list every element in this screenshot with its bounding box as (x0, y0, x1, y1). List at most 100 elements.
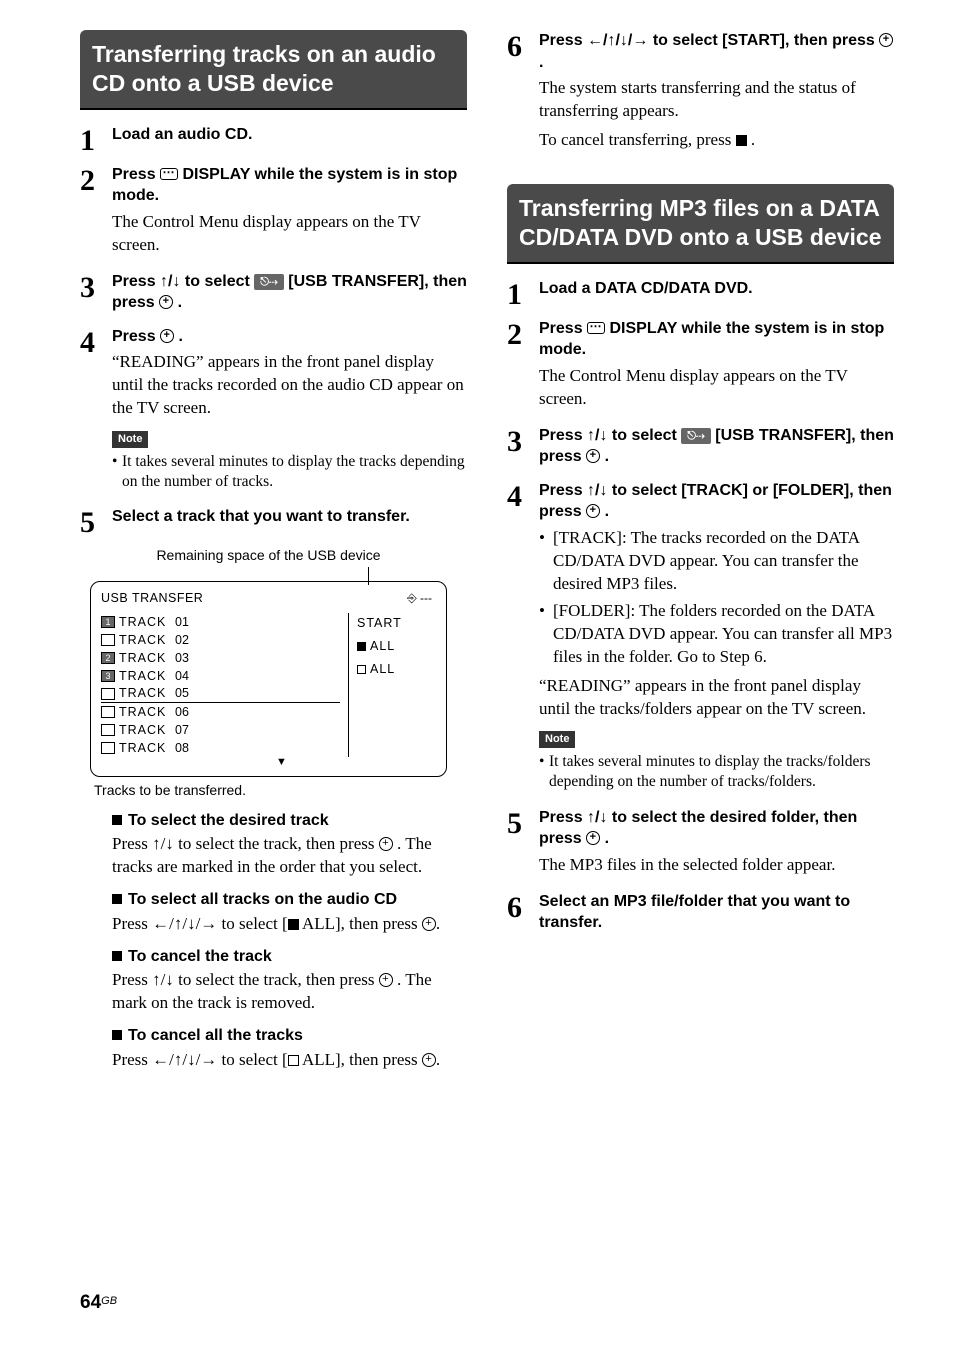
track-number: 05 (175, 685, 199, 702)
panel-title: USB TRANSFER (101, 590, 436, 607)
track-list: 1TRACK01TRACK022TRACK033TRACK04TRACK05TR… (101, 613, 340, 757)
track-label: TRACK (119, 632, 175, 649)
track-label: TRACK (119, 685, 175, 702)
step-text: To cancel transferring, press . (539, 129, 894, 152)
left-column: Transferring tracks on an audio CD onto … (80, 30, 467, 1078)
step-number: 2 (80, 164, 112, 263)
text: . (539, 54, 543, 71)
step-number: 5 (80, 506, 112, 538)
text: To cancel transferring, press (539, 130, 736, 149)
rstep-2: 2 Press DISPLAY while the system is in s… (507, 318, 894, 417)
step-text: The system starts transferring and the s… (539, 77, 894, 123)
track-checkbox (101, 688, 115, 700)
track-label: TRACK (119, 614, 175, 631)
rstep-4: 4 Press ↑/↓ to select [TRACK] or [FOLDER… (507, 480, 894, 799)
step-head: Press DISPLAY while the system is in sto… (112, 164, 467, 207)
panel-side-column: START ALL ALL (348, 613, 436, 757)
subhead-cancel-all: To cancel all the tracks (112, 1025, 467, 1047)
step-number: 1 (80, 124, 112, 156)
caption-remaining-space: Remaining space of the USB device (90, 546, 447, 565)
enter-icon (422, 1053, 436, 1067)
enter-icon (160, 329, 174, 343)
text: Press ←/↑/↓/→ to select [ (112, 1050, 288, 1069)
step-6: 6 Press ←/↑/↓/→ to select [START], then … (507, 30, 894, 158)
text: Press (539, 320, 587, 337)
display-icon (587, 322, 605, 334)
option-list: [TRACK]: The tracks recorded on the DATA… (539, 527, 894, 669)
step-head: Load an audio CD. (112, 124, 467, 146)
page-lang: GB (101, 1295, 117, 1307)
step-2: 2 Press DISPLAY while the system is in s… (80, 164, 467, 263)
section-heading-mp3-usb: Transferring MP3 files on a DATA CD/DATA… (507, 184, 894, 264)
text: Press ↑/↓ to select the track, then pres… (112, 970, 379, 989)
step-number: 4 (80, 326, 112, 499)
option-folder: [FOLDER]: The folders recorded on the DA… (539, 600, 894, 669)
page-number: 64 (80, 1292, 101, 1313)
track-number: 02 (175, 632, 199, 649)
step-1: 1 Load an audio CD. (80, 124, 467, 156)
track-label: TRACK (119, 722, 175, 739)
step-3: 3 Press ↑/↓ to select ⎋⇢ [USB TRANSFER],… (80, 271, 467, 318)
track-number: 07 (175, 722, 199, 739)
step-5-subsections: To select the desired track Press ↑/↓ to… (80, 810, 467, 1072)
step-head: Load a DATA CD/DATA DVD. (539, 278, 894, 300)
step-text: The Control Menu display appears on the … (112, 211, 467, 257)
step-head: Press . (112, 326, 467, 348)
subhead-select-all: To select all tracks on the audio CD (112, 889, 467, 911)
step-number: 1 (507, 278, 539, 310)
text: Press ←/↑/↓/→ to select [ (112, 914, 288, 933)
enter-icon (586, 831, 600, 845)
filled-square-icon (288, 919, 299, 930)
text: Press ↑/↓ to select the track, then pres… (112, 834, 379, 853)
note-label: Note (112, 431, 148, 448)
track-row: TRACK07 (101, 721, 340, 739)
text: . (179, 328, 183, 345)
step-number: 6 (507, 891, 539, 938)
step-head: Press ↑/↓ to select ⎋⇢ [USB TRANSFER], t… (112, 271, 467, 314)
step-5: 5 Select a track that you want to transf… (80, 506, 467, 538)
panel-remaining: ⎆ --- (407, 590, 432, 606)
step-text: “READING” appears in the front panel dis… (112, 351, 467, 420)
caption-tracks-transferred: Tracks to be transferred. (94, 781, 447, 800)
text: Press ↑/↓ to select the track, then pres… (112, 833, 467, 879)
track-number: 08 (175, 740, 199, 757)
step-head: Press ↑/↓ to select [TRACK] or [FOLDER],… (539, 480, 894, 523)
step-text: The MP3 files in the selected folder app… (539, 854, 894, 877)
enter-icon (422, 917, 436, 931)
rstep-1: 1 Load a DATA CD/DATA DVD. (507, 278, 894, 310)
text: Press ←/↑/↓/→ to select [ ALL], then pre… (112, 1049, 467, 1072)
option-track: [TRACK]: The tracks recorded on the DATA… (539, 527, 894, 596)
enter-icon (159, 295, 173, 309)
track-row: TRACK02 (101, 631, 340, 649)
rstep-3: 3 Press ↑/↓ to select ⎋⇢ [USB TRANSFER],… (507, 425, 894, 472)
display-icon (160, 168, 178, 180)
scroll-down-icon: ▼ (101, 755, 436, 770)
panel-start: START (357, 615, 436, 632)
stop-icon (736, 135, 747, 146)
usb-transfer-icon: ⎋⇢ (254, 274, 284, 291)
track-row: TRACK06 (101, 703, 340, 721)
step-head: Press ↑/↓ to select the desired folder, … (539, 807, 894, 850)
track-label: TRACK (119, 704, 175, 721)
track-checkbox (101, 742, 115, 754)
track-checkbox (101, 724, 115, 736)
subhead-cancel-track: To cancel the track (112, 946, 467, 968)
step-4: 4 Press . “READING” appears in the front… (80, 326, 467, 499)
section-heading-cd-usb: Transferring tracks on an audio CD onto … (80, 30, 467, 110)
page-footer: 64GB (80, 1290, 117, 1316)
enter-icon (379, 837, 393, 851)
track-label: TRACK (119, 740, 175, 757)
note-label: Note (539, 731, 575, 748)
text: ALL (370, 639, 395, 653)
step-number: 6 (507, 30, 539, 158)
track-number: 03 (175, 650, 199, 667)
track-checkbox: 2 (101, 652, 115, 664)
track-checkbox (101, 634, 115, 646)
enter-icon (586, 449, 600, 463)
note-list: It takes several minutes to display the … (112, 452, 467, 492)
usb-transfer-illustration: Remaining space of the USB device USB TR… (90, 546, 447, 800)
text: ALL], then press (299, 914, 422, 933)
text: Press ←/↑/↓/→ to select [ ALL], then pre… (112, 913, 467, 936)
text: Press (112, 328, 160, 345)
track-label: TRACK (119, 650, 175, 667)
